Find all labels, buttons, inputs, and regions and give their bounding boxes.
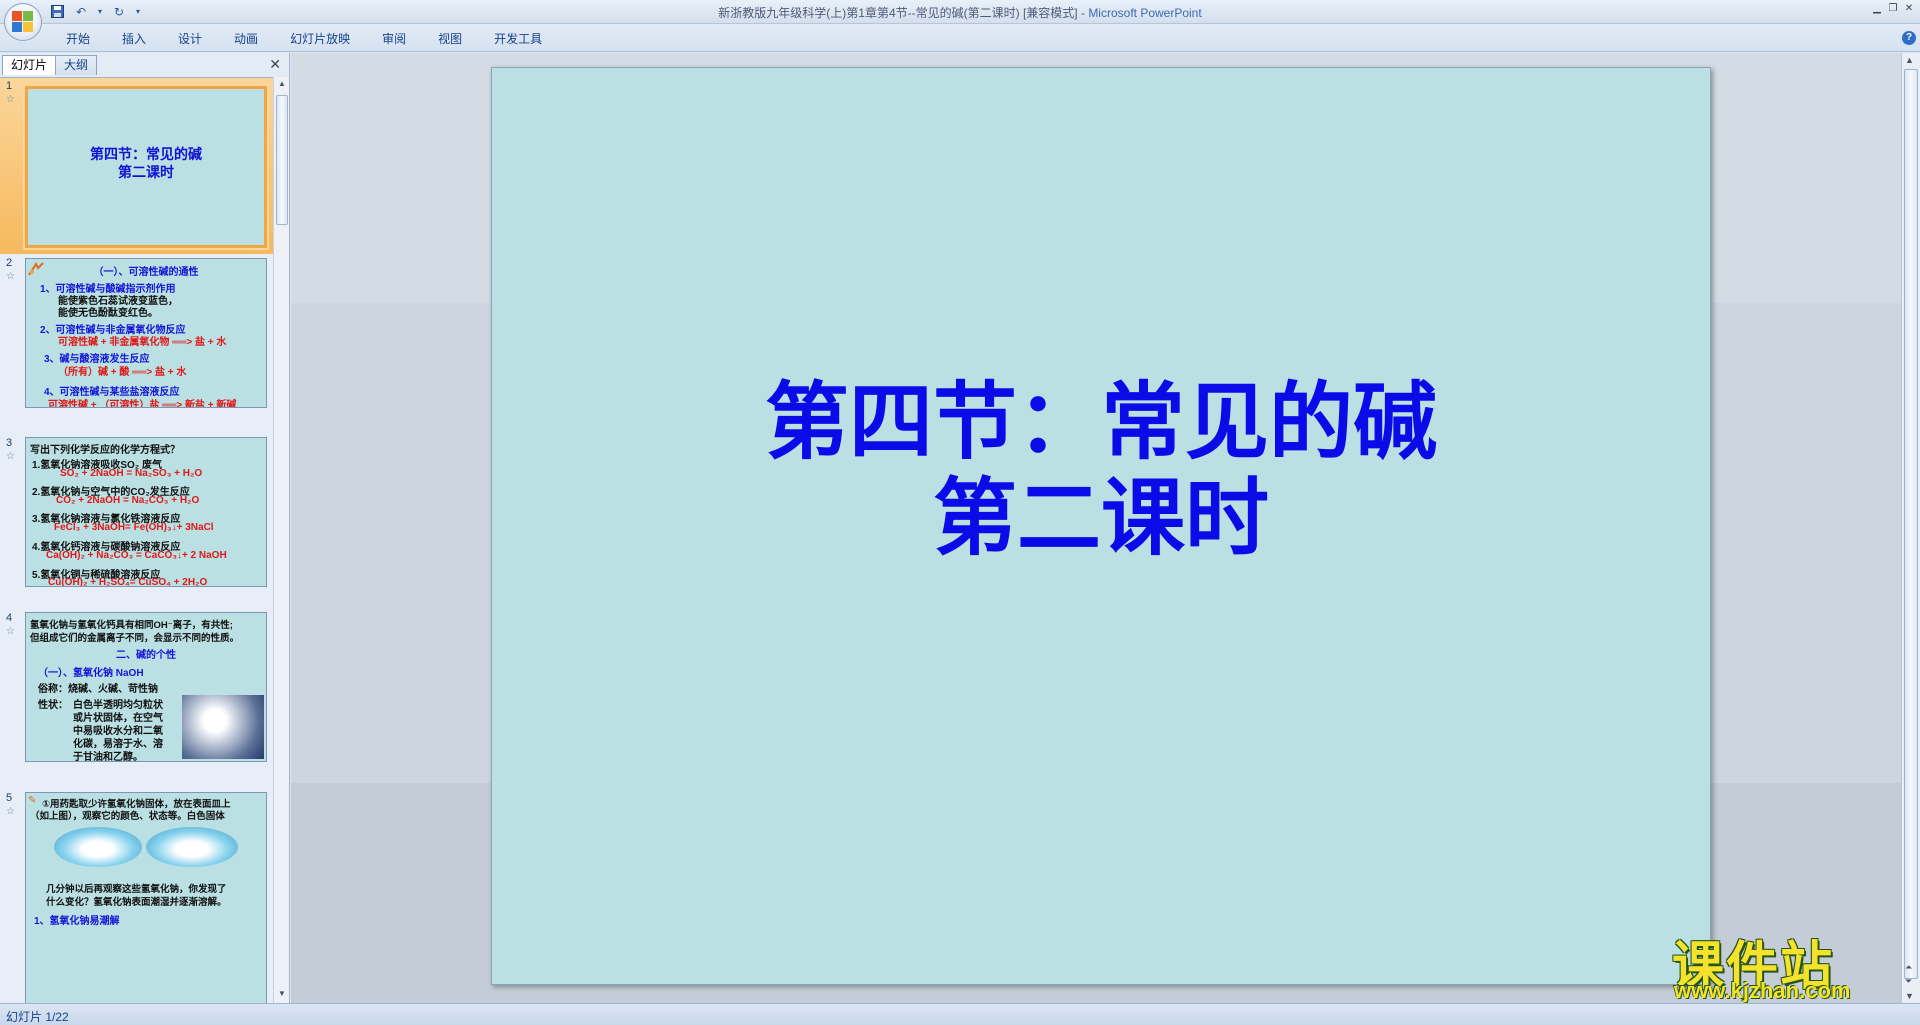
status-bar: 幻灯片 1/22 [0,1003,1920,1025]
watermark-url: www.kjzhan.com [1674,978,1851,1003]
tab-home[interactable]: 开始 [50,30,106,48]
slide-line: （所有）碱 + 酸 ══> 盐 + 水 [58,367,187,378]
previous-slide-icon[interactable]: ⏶ [1905,962,1912,973]
tab-developer[interactable]: 开发工具 [478,30,558,48]
tab-slides[interactable]: 幻灯片 [2,55,57,75]
slide-line: 写出下列化学反应的化学方程式？ [30,445,180,456]
slide-thumbnail-5[interactable]: 5 ☆ ✎ ①用药匙取少许氢氧化钠固体，放在表面皿上 （如上图），观察它的颜色、… [0,790,274,1003]
animation-star-icon: ☆ [6,271,15,282]
next-slide-icon[interactable]: ⏷ [1905,976,1912,987]
slide-line: 什么变化？氢氧化钠表面潮湿并逐渐溶解。 [46,897,227,908]
slide-line: 1、氢氧化钠易潮解 [34,916,120,927]
ribbon: 开始 插入 设计 动画 幻灯片放映 审阅 视图 开发工具 ? [0,24,1920,52]
document-name: 新浙教版九年级科学(上)第1章第4节--常见的碱(第二课时) [兼容模式] [718,6,1078,20]
scroll-down-icon[interactable]: ▼ [1905,991,1914,1001]
slide-thumbnail-list[interactable]: 1 ☆ 第四节：常见的碱 第二课时 2 ☆ （一）、可溶性碱的通性 1、可溶性碱… [0,77,274,1003]
slide-line: 氢氧化钠与氢氧化钙具有相同OH⁻离子，有共性; [30,620,233,631]
slide-line: （一）、氢氧化钠 NaOH [38,668,144,679]
slide-thumbnail-1[interactable]: 1 ☆ 第四节：常见的碱 第二课时 [0,78,274,254]
lightbulb-icon: ✎ [28,795,37,806]
window-title: 新浙教版九年级科学(上)第1章第4节--常见的碱(第二课时) [兼容模式] - … [0,4,1920,21]
current-slide[interactable]: 第四节：常见的碱 第二课时 [491,67,1711,985]
tab-outline[interactable]: 大纲 [55,55,98,75]
office-logo-icon [12,11,34,33]
animation-star-icon: ☆ [6,451,15,462]
title-line-1: 第四节：常见的碱 [90,146,202,162]
watch-glass-image [54,827,142,867]
app-name: Microsoft PowerPoint [1088,6,1202,20]
slide-preview: 写出下列化学反应的化学方程式？ 1.氢氧化钠溶液吸收SO₂ 废气 SO₂ + 2… [25,437,267,587]
window-controls: ▁ ❐ ✕ [1870,2,1916,14]
office-button[interactable] [4,3,42,41]
slide-line: 于甘油和乙醇。 [73,752,143,762]
scrollbar-thumb[interactable] [1904,69,1918,979]
slide-line: Cu(OH)₂ + H₂SO₄= CuSO₄ + 2H₂O [48,577,208,587]
slide-line: Ca(OH)₂ + Na₂CO₃ = CaCO₃↓+ 2 NaOH [46,550,227,561]
slide-line: （如上图），观察它的颜色、状态等。白色固体 [30,811,225,822]
slide-title[interactable]: 第四节：常见的碱 第二课时 [492,374,1710,566]
slide-line: FeCl₃ + 3NaOH= Fe(OH)₃↓+ 3NaCl [54,522,214,533]
watermark-logo: 课件站 www.kjzhan.com [1668,924,1900,1003]
slide-thumbnail-3[interactable]: 3 ☆ 写出下列化学反应的化学方程式？ 1.氢氧化钠溶液吸收SO₂ 废气 SO₂… [0,435,274,610]
restore-icon[interactable]: ❐ [1886,2,1900,14]
scroll-up-icon[interactable]: ▲ [1905,55,1914,65]
animation-star-icon: ☆ [6,626,15,637]
slides-pane: 幻灯片 大纲 ✕ 1 ☆ 第四节：常见的碱 第二课时 2 ☆ （一）、可溶性碱的 [0,53,290,1003]
tab-design[interactable]: 设计 [162,30,218,48]
tab-review[interactable]: 审阅 [366,30,422,48]
editor-scrollbar[interactable]: ▲ ⏶ ⏷ ▼ [1901,53,1920,1003]
slide-thumbnail-4[interactable]: 4 ☆ 氢氧化钠与氢氧化钙具有相同OH⁻离子，有共性; 但组成它们的金属离子不同… [0,610,274,790]
minimize-icon[interactable]: ▁ [1870,2,1884,14]
scroll-down-icon[interactable]: ▼ [276,989,288,1001]
slide-line: 性状： [38,700,68,711]
slide-line: 可溶性碱 + 非金属氧化物 ══> 盐 + 水 [58,337,227,348]
slide-preview: 氢氧化钠与氢氧化钙具有相同OH⁻离子，有共性; 但组成它们的金属离子不同，会显示… [25,612,267,762]
slide-line: 能使无色酚酞变红色。 [58,308,158,319]
slide-line: 但组成它们的金属离子不同，会显示不同的性质。 [30,633,240,644]
slide-heading: （一）、可溶性碱的通性 [93,267,199,278]
slide-number: 1 [6,80,13,92]
tab-slide-show[interactable]: 幻灯片放映 [274,30,366,48]
slide-number: 2 [6,257,13,269]
slide-thumbnail-2[interactable]: 2 ☆ （一）、可溶性碱的通性 1、可溶性碱与酸碱指示剂作用 能使紫色石蕊试液变… [0,255,274,435]
slide-preview: （一）、可溶性碱的通性 1、可溶性碱与酸碱指示剂作用 能使紫色石蕊试液变蓝色， … [25,258,267,408]
slide-line: CO₂ + 2NaOH = Na₂CO₃ + H₂O [56,495,200,506]
scrollbar-thumb[interactable] [276,95,288,225]
slide-preview: ✎ ①用药匙取少许氢氧化钠固体，放在表面皿上 （如上图），观察它的颜色、状态等。… [25,792,267,1003]
slide-heading: 二、碱的个性 [116,650,176,661]
naoh-crystals-image [182,695,264,759]
tab-animations[interactable]: 动画 [218,30,274,48]
slide-line: 几分钟以后再观察这些氢氧化钠，你发现了 [46,884,227,895]
slide-line: 俗称：烧碱、火碱、苛性钠 [38,684,158,695]
tab-insert[interactable]: 插入 [106,30,162,48]
slide-number: 3 [6,437,13,449]
slide-preview: 第四节：常见的碱 第二课时 [25,86,267,248]
watch-glass-image [146,827,238,867]
slide-line: 可溶性碱 + （可溶性）盐 ══> 新盐 + 新碱 [48,400,237,408]
help-icon[interactable]: ? [1902,31,1916,45]
title-line-2: 第二课时 [118,164,174,180]
slide-indicator: 幻灯片 1/22 [6,1010,69,1024]
slide-number: 4 [6,612,13,624]
slide-editor: 第四节：常见的碱 第二课时 [291,53,1901,1003]
pane-tabs: 幻灯片 大纲 [2,55,98,75]
slide-title: 第四节：常见的碱 第二课时 [28,145,264,181]
scroll-up-icon[interactable]: ▲ [276,79,288,91]
ribbon-tabs: 开始 插入 设计 动画 幻灯片放映 审阅 视图 开发工具 [50,30,558,48]
tab-view[interactable]: 视图 [422,30,478,48]
slide-line: SO₂ + 2NaOH = Na₂SO₃ + H₂O [60,468,203,479]
title-line-2: 第二课时 [932,471,1269,565]
title-bar: ↶ ▾ ↻ ▾ 新浙教版九年级科学(上)第1章第4节--常见的碱(第二课时) [… [0,0,1920,41]
close-pane-icon[interactable]: ✕ [269,56,281,73]
thumbnail-scrollbar[interactable]: ▲ ▼ [273,77,289,1003]
title-separator: - [1077,6,1089,20]
close-icon[interactable]: ✕ [1902,2,1916,14]
animation-star-icon: ☆ [6,94,15,105]
title-line-1: 第四节：常见的碱 [764,375,1437,469]
animation-star-icon: ☆ [6,806,15,817]
slide-number: 5 [6,792,13,804]
